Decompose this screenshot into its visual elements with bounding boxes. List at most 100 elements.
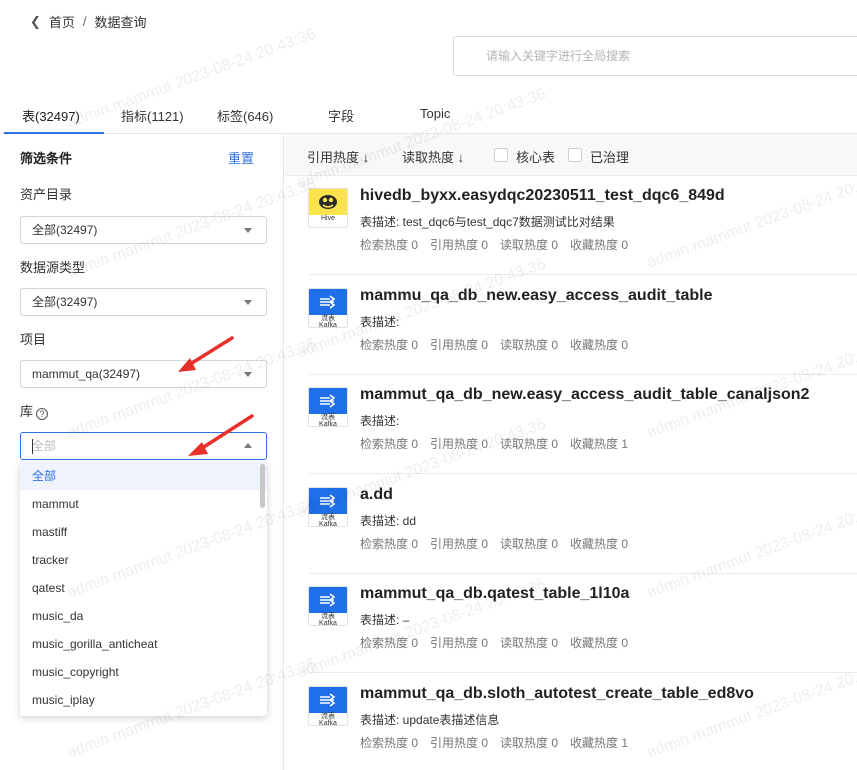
search-hot: 检索热度 0 [360,337,419,352]
source-type-select[interactable]: 全部(32497) [20,288,267,316]
breadcrumb-separator: / [82,14,87,29]
tab-tables[interactable]: 表(32497) [22,106,80,125]
help-icon[interactable]: ? [36,408,49,420]
tab-fields[interactable]: 字段 [328,106,354,125]
result-row[interactable]: 流表 Kafka mammut_qa_db_new.easy_access_aud… [285,375,857,474]
db-select-placeholder: 全部 [32,439,57,453]
source-type-select-value: 全部(32497) [32,295,98,309]
dropdown-option[interactable]: music_iplay [20,686,267,714]
fav-hot: 收藏热度 0 [570,636,629,650]
governed-label[interactable]: 已治理 [590,147,629,166]
text-cursor [32,439,33,454]
breadcrumb-home[interactable]: 首页 [49,12,75,31]
db-dropdown-menu: 全部 mammut mastiff tracker qatest music_d… [20,462,267,716]
table-name-link[interactable]: mammut_qa_db.qatest_table_1l10a [360,585,629,603]
kafka-logo-icon [309,587,347,613]
catalog-select[interactable]: 全部(32497) [20,216,267,244]
breadcrumb: ❮ 首页 / 数据查询 [30,12,147,31]
table-stats: 检索热度 0 引用热度 0 读取热度 0 收藏热度 0 [360,236,640,253]
sort-bar: 引用热度 ↓ 读取热度 ↓ 核心表 已治理 [285,134,857,176]
hive-logo-icon [309,189,347,215]
ref-hot: 引用热度 0 [430,337,489,352]
db-label-text: 库 [20,404,34,419]
result-row[interactable]: 流表 Kafka mammu_qa_db_new.easy_access_audi… [285,276,857,375]
caret-down-icon [244,228,252,233]
read-hot: 读取热度 0 [500,437,559,451]
table-name-link[interactable]: hivedb_byxx.easydqc20230511_test_dqc6_84… [360,187,725,205]
db-select[interactable]: 全部 [20,432,267,460]
sort-read-hot[interactable]: 读取热度 ↓ [402,147,464,166]
kafka-logo-icon [309,487,347,514]
table-description: 表描述: dd [360,513,417,528]
dropdown-option[interactable]: mammut [20,490,267,518]
tab-metrics[interactable]: 指标(1121) [121,106,184,125]
table-name-link[interactable]: mammu_qa_db_new.easy_access_audit_table [360,287,712,305]
ref-hot: 引用热度 0 [430,536,489,551]
dropdown-option[interactable]: qatest [20,574,267,602]
ref-hot: 引用热度 0 [430,238,489,252]
tab-tags[interactable]: 标签(646) [217,106,273,125]
fav-hot: 收藏热度 0 [570,337,629,352]
core-table-checkbox[interactable] [494,148,508,162]
result-row[interactable]: 流表 Kafka mammut_qa_db.qatest_table_1l10a 表… [285,574,857,673]
dropdown-option[interactable]: tracker [20,546,267,574]
caret-down-icon [244,372,252,377]
table-description: 表描述: [360,414,400,428]
fav-hot: 收藏热度 1 [570,735,629,750]
dropdown-option[interactable]: mastiff [20,518,267,546]
reset-button[interactable]: 重置 [228,148,254,167]
source-type-label: 数据源类型 [20,260,86,275]
search-hot: 检索热度 0 [360,437,419,451]
caret-up-icon [244,443,252,448]
sort-ref-hot[interactable]: 引用热度 ↓ [307,147,369,166]
read-hot: 读取热度 0 [500,337,559,352]
dropdown-option[interactable]: music_gorilla_anticheat [20,630,267,658]
global-search-input[interactable] [453,36,857,76]
result-row[interactable]: 流表 Kafka mammut_qa_db.sloth_autotest_crea… [285,674,857,770]
table-stats: 检索热度 0 引用热度 0 读取热度 0 收藏热度 0 [360,336,640,353]
ref-hot: 引用热度 0 [430,437,489,451]
read-hot: 读取热度 0 [500,735,559,750]
search-hot: 检索热度 0 [360,735,419,750]
table-stats: 检索热度 0 引用热度 0 读取热度 0 收藏热度 0 [360,535,640,552]
governed-checkbox[interactable] [568,148,582,162]
dropdown-option[interactable]: music_da [20,602,267,630]
kafka-table-icon: 流表 Kafka [308,586,348,626]
project-select-value: mammut_qa(32497) [32,367,141,381]
table-name-link[interactable]: mammut_qa_db_new.easy_access_audit_table… [360,386,809,404]
project-label: 项目 [20,332,47,347]
dropdown-option[interactable]: 全部 [20,462,267,490]
read-hot: 读取热度 0 [500,238,559,252]
table-name-link[interactable]: a.dd [360,486,393,504]
table-description: 表描述: [360,314,400,329]
read-hot: 读取热度 0 [500,636,559,650]
table-stats: 检索热度 0 引用热度 0 读取热度 0 收藏热度 1 [360,734,640,751]
core-table-label[interactable]: 核心表 [516,147,555,166]
catalog-select-value: 全部(32497) [32,223,98,237]
result-row[interactable]: Hive hivedb_byxx.easydqc20230511_test_dqc… [285,176,857,275]
table-stats: 检索热度 0 引用热度 0 读取热度 0 收藏热度 1 [360,435,640,452]
table-type-label: 流表 Kafka [309,712,347,725]
asset-tabs: 表(32497) 指标(1121) 标签(646) 字段 Topic [0,96,857,134]
kafka-table-icon: 流表 Kafka [308,685,348,726]
kafka-table-icon: 流表 Kafka [308,486,348,527]
top-bar: ❮ 首页 / 数据查询 [0,0,857,96]
kafka-logo-icon [309,686,347,713]
result-row[interactable]: 流表 Kafka a.dd 表描述: dd 检索热度 0 引用热度 0 读取热度 0 收藏热… [285,475,857,574]
caret-down-icon [244,300,252,305]
dropdown-scrollbar[interactable] [260,464,265,508]
table-description: 表描述: test_dqc6与test_dqc7数据测试比对结果 [360,215,615,229]
tab-topic[interactable]: Topic [420,106,450,121]
hive-table-icon: Hive [308,188,348,228]
table-name-link[interactable]: mammut_qa_db.sloth_autotest_create_table… [360,685,754,703]
search-hot: 检索热度 0 [360,536,419,551]
results-panel: 引用热度 ↓ 读取热度 ↓ 核心表 已治理 Hive hivedb_byxx.ea… [285,134,857,770]
fav-hot: 收藏热度 0 [570,536,629,551]
table-type-label: Hive [309,215,347,227]
table-type-label: 流表 Kafka [309,613,347,625]
table-type-label: 流表 Kafka [309,513,347,526]
search-hot: 检索热度 0 [360,636,419,650]
back-chevron-icon[interactable]: ❮ [30,14,41,30]
dropdown-option[interactable]: music_copyright [20,658,267,686]
project-select[interactable]: mammut_qa(32497) [20,360,267,388]
